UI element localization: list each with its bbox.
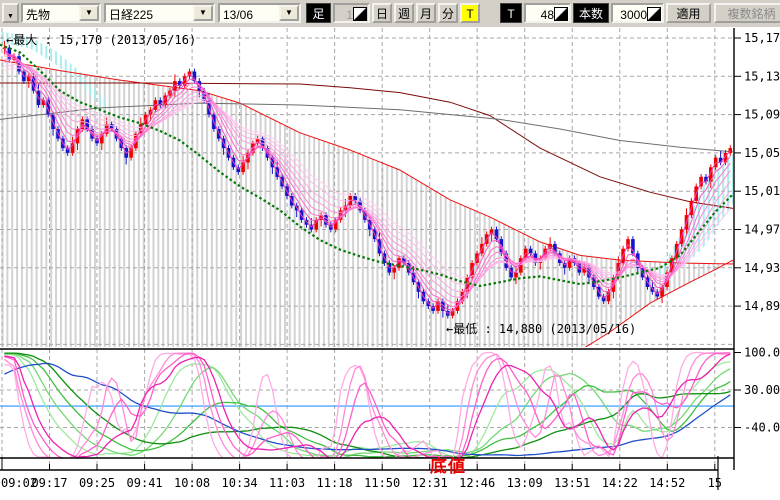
time-axis-label: 12:31 — [412, 476, 448, 490]
period-minute-button[interactable]: 分 — [438, 3, 458, 23]
chevron-down-icon[interactable]: ▼ — [79, 5, 99, 21]
time-axis-label: 10:08 — [174, 476, 210, 490]
tick-count-value: 48 — [541, 7, 554, 23]
time-axis-label: 10:34 — [222, 476, 258, 490]
period-month-button[interactable]: 月 — [416, 3, 436, 23]
spinner-icon[interactable] — [647, 7, 661, 21]
price-axis-label: 15,135 — [744, 69, 780, 83]
chart-canvas[interactable]: 15,175 15,135 15,095 15,055 15,015 14,975 14,9… — [0, 27, 780, 500]
spinner-icon[interactable] — [554, 7, 568, 21]
time-axis-label: 14:52 — [649, 476, 685, 490]
time-axis-label: 09:25 — [79, 476, 115, 490]
tick-count-stepper[interactable]: 48 — [524, 3, 571, 23]
oscillator-axis-label: 100.00 — [744, 346, 780, 360]
time-axis-label: 15 — [708, 476, 722, 490]
ashi-interval-value: 1 — [346, 7, 353, 23]
multi-symbol-button: 複数銘柄 — [714, 3, 780, 23]
chevron-down-icon[interactable]: ▼ — [193, 5, 213, 21]
chart-application-window: ▼ 先物 ▼ 日経225 ▼ 13/06 ▼ 足 1 日 週 月 分 T T 4… — [0, 0, 780, 500]
contract-value: 13/06 — [223, 7, 281, 23]
price-axis-label: 14,935 — [744, 261, 780, 275]
instrument-select[interactable]: 先物 ▼ — [21, 3, 101, 23]
price-axis-label: 15,095 — [744, 108, 780, 122]
spinner-icon[interactable] — [353, 7, 367, 21]
tick-count-label: T — [500, 3, 522, 23]
min-price-annotation: ←最低 : 14,880 (2013/05/16) — [446, 320, 636, 337]
time-axis-label: 13:09 — [507, 476, 543, 490]
bottom-signal-label: 底値 — [430, 452, 466, 477]
time-axis-label: 13:51 — [554, 476, 590, 490]
ashi-toggle-button[interactable]: 足 — [306, 3, 331, 23]
time-axis-label: 14:22 — [602, 476, 638, 490]
ashi-interval-stepper[interactable]: 1 — [333, 3, 370, 23]
symbol-select[interactable]: 日経225 ▼ — [104, 3, 215, 23]
bar-count-stepper[interactable]: 3000 — [611, 3, 664, 23]
symbol-value: 日経225 — [109, 7, 195, 23]
period-day-button[interactable]: 日 — [372, 3, 392, 23]
price-axis-label: 14,975 — [744, 223, 780, 237]
instrument-value: 先物 — [26, 7, 81, 23]
toolbar: ▼ 先物 ▼ 日経225 ▼ 13/06 ▼ 足 1 日 週 月 分 T T 4… — [0, 0, 780, 27]
chevron-down-icon[interactable]: ▼ — [279, 5, 299, 21]
price-axis-label: 14,895 — [744, 299, 780, 313]
time-axis-label: 12:46 — [459, 476, 495, 490]
mini-dropdown-button[interactable]: ▼ — [2, 3, 19, 23]
apply-button[interactable]: 適用 — [666, 3, 711, 23]
period-week-button[interactable]: 週 — [394, 3, 414, 23]
price-axis-label: 15,015 — [744, 184, 780, 198]
price-axis-label: 15,055 — [744, 146, 780, 160]
contract-month-select[interactable]: 13/06 ▼ — [218, 3, 301, 23]
oscillator-axis-label: 30.00 — [744, 383, 780, 397]
bar-count-value: 3000 — [620, 7, 647, 23]
chevron-down-icon: ▼ — [7, 13, 14, 20]
bar-count-label: 本数 — [573, 3, 609, 23]
oscillator-axis-label: -40.00 — [744, 421, 780, 435]
time-axis-label: 11:18 — [317, 476, 353, 490]
period-tick-button[interactable]: T — [460, 3, 480, 23]
time-axis-label: 11:03 — [269, 476, 305, 490]
time-axis-label: 09:41 — [127, 476, 163, 490]
time-axis-label: 09:17 — [31, 476, 67, 490]
max-price-annotation: ←最大 : 15,170 (2013/05/16) — [6, 31, 196, 48]
time-axis-label: 11:50 — [364, 476, 400, 490]
price-axis-label: 15,175 — [744, 31, 780, 45]
